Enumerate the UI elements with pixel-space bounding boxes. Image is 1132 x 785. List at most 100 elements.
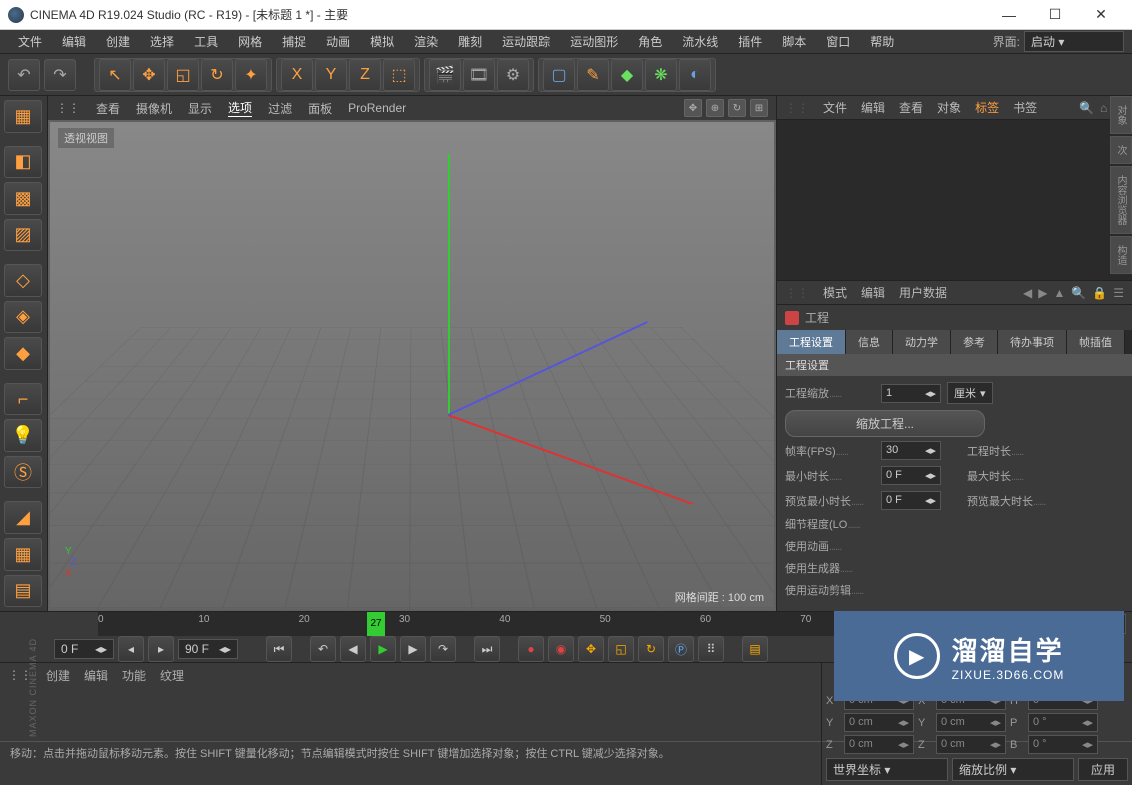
environment-button[interactable]: ◐ bbox=[679, 59, 711, 91]
side-tab-objects[interactable]: 对象 bbox=[1110, 96, 1132, 134]
playhead[interactable]: 27 bbox=[367, 612, 385, 636]
preset-icon[interactable]: ☰ bbox=[1113, 286, 1124, 300]
spline-pen-button[interactable]: ✎ bbox=[577, 59, 609, 91]
vp-rotate-icon[interactable]: ↻ bbox=[728, 99, 746, 117]
tab-project-settings[interactable]: 工程设置 bbox=[777, 330, 846, 354]
mat-menu-edit[interactable]: 编辑 bbox=[84, 667, 108, 684]
key-pos-button[interactable]: ✥ bbox=[578, 636, 604, 662]
scale-project-button[interactable]: 缩放工程... bbox=[785, 410, 985, 437]
mat-menu-create[interactable]: 创建 bbox=[46, 667, 70, 684]
pos-y-field[interactable]: 0 cm◂▸ bbox=[844, 713, 914, 732]
select-tool[interactable]: ↖ bbox=[99, 59, 131, 91]
om-menu-objects[interactable]: 对象 bbox=[937, 99, 961, 116]
project-scale-field[interactable]: 1◂▸ bbox=[881, 384, 941, 403]
side-tab-structure[interactable]: 构造 bbox=[1110, 236, 1132, 274]
om-menu-edit[interactable]: 编辑 bbox=[861, 99, 885, 116]
menu-select[interactable]: 选择 bbox=[140, 31, 184, 52]
menu-window[interactable]: 窗口 bbox=[816, 31, 860, 52]
om-menu-view[interactable]: 查看 bbox=[899, 99, 923, 116]
vp-menu-filter[interactable]: 过滤 bbox=[268, 100, 292, 117]
key-scale-button[interactable]: ◱ bbox=[608, 636, 634, 662]
apply-button[interactable]: 应用 bbox=[1078, 758, 1128, 781]
om-menu-tags[interactable]: 标签 bbox=[975, 99, 999, 116]
om-menu-bookmarks[interactable]: 书签 bbox=[1013, 99, 1037, 116]
tab-info[interactable]: 信息 bbox=[846, 330, 893, 354]
menu-simulate[interactable]: 模拟 bbox=[360, 31, 404, 52]
om-menu-file[interactable]: 文件 bbox=[823, 99, 847, 116]
scale-unit-select[interactable]: 厘米 bbox=[947, 382, 993, 404]
snap-toggle-button[interactable]: Ⓢ bbox=[4, 456, 42, 489]
tab-interpolation[interactable]: 帧插值 bbox=[1067, 330, 1125, 354]
minimize-button[interactable]: — bbox=[986, 0, 1032, 30]
edge-mode-button[interactable]: ◈ bbox=[4, 301, 42, 334]
object-tree[interactable] bbox=[777, 120, 1132, 280]
redo-button[interactable]: ↷ bbox=[44, 59, 76, 91]
key-pla-button[interactable]: ⠿ bbox=[698, 636, 724, 662]
generator-button[interactable]: ◆ bbox=[611, 59, 643, 91]
menu-script[interactable]: 脚本 bbox=[772, 31, 816, 52]
perspective-viewport[interactable]: 透视视图 Y Z X 网格间距 : 100 cm bbox=[50, 122, 774, 609]
timeline-button[interactable]: ▤ bbox=[742, 636, 768, 662]
panel-grip-icon[interactable]: ⋮⋮ bbox=[56, 101, 80, 115]
render-pv-button[interactable]: 🎞 bbox=[463, 59, 495, 91]
menu-tracker[interactable]: 运动跟踪 bbox=[492, 31, 560, 52]
range-end-field[interactable]: 90 F◂▸ bbox=[178, 639, 238, 659]
menu-snap[interactable]: 捕捉 bbox=[272, 31, 316, 52]
workplane-mode-button[interactable]: ◢ bbox=[4, 501, 42, 534]
mat-menu-texture[interactable]: 纹理 bbox=[160, 667, 184, 684]
range-left-button[interactable]: ◂ bbox=[118, 636, 144, 662]
render-settings-button[interactable]: ⚙ bbox=[497, 59, 529, 91]
search-icon[interactable]: 🔍 bbox=[1071, 286, 1086, 300]
point-mode-button[interactable]: ◇ bbox=[4, 264, 42, 297]
size-y-field[interactable]: 0 cm◂▸ bbox=[936, 713, 1006, 732]
tab-dynamics[interactable]: 动力学 bbox=[893, 330, 951, 354]
workplane-button[interactable]: ▨ bbox=[4, 219, 42, 252]
menu-tools[interactable]: 工具 bbox=[184, 31, 228, 52]
vp-layout-icon[interactable]: ⊞ bbox=[750, 99, 768, 117]
menu-pipeline[interactable]: 流水线 bbox=[672, 31, 728, 52]
min-time-field[interactable]: 0 F◂▸ bbox=[881, 466, 941, 485]
am-menu-mode[interactable]: 模式 bbox=[823, 284, 847, 301]
render-view-button[interactable]: 🎬 bbox=[429, 59, 461, 91]
panel-grip-icon[interactable]: ⋮⋮ bbox=[785, 101, 809, 115]
mat-menu-function[interactable]: 功能 bbox=[122, 667, 146, 684]
key-param-button[interactable]: Ⓟ bbox=[668, 636, 694, 662]
size-z-field[interactable]: 0 cm◂▸ bbox=[936, 735, 1006, 754]
rot-b-field[interactable]: 0 °◂▸ bbox=[1028, 735, 1098, 754]
menu-sculpt[interactable]: 雕刻 bbox=[448, 31, 492, 52]
lock-icon[interactable]: 🔒 bbox=[1092, 286, 1107, 300]
deformer-button[interactable]: ❋ bbox=[645, 59, 677, 91]
undo-button[interactable]: ↶ bbox=[8, 59, 40, 91]
layout-select[interactable]: 启动 ▾ bbox=[1024, 31, 1124, 52]
tab-todo[interactable]: 待办事项 bbox=[998, 330, 1067, 354]
nav-fwd-icon[interactable]: ▶ bbox=[1038, 286, 1047, 300]
prev-key-button[interactable]: ↶ bbox=[310, 636, 336, 662]
side-tab-layers[interactable]: 次 bbox=[1110, 136, 1132, 164]
make-editable-button[interactable]: ▦ bbox=[4, 100, 42, 133]
search-icon[interactable]: 🔍 bbox=[1079, 101, 1094, 115]
vp-zoom-icon[interactable]: ⊕ bbox=[706, 99, 724, 117]
maximize-button[interactable]: ☐ bbox=[1032, 0, 1078, 30]
menu-edit[interactable]: 编辑 bbox=[52, 31, 96, 52]
move-tool[interactable]: ✥ bbox=[133, 59, 165, 91]
am-menu-userdata[interactable]: 用户数据 bbox=[899, 284, 947, 301]
vp-menu-panel[interactable]: 面板 bbox=[308, 100, 332, 117]
panel-grip-icon[interactable]: ⋮⋮ bbox=[785, 286, 809, 300]
axis-z-button[interactable]: Z bbox=[349, 59, 381, 91]
axis-mode-button[interactable]: ⌐ bbox=[4, 383, 42, 416]
key-rot-button[interactable]: ↻ bbox=[638, 636, 664, 662]
home-icon[interactable]: ⌂ bbox=[1100, 101, 1107, 115]
rotate-tool[interactable]: ↻ bbox=[201, 59, 233, 91]
next-frame-button[interactable]: ▶ bbox=[400, 636, 426, 662]
record-button[interactable]: ● bbox=[518, 636, 544, 662]
axis-x-button[interactable]: X bbox=[281, 59, 313, 91]
scale-tool[interactable]: ◱ bbox=[167, 59, 199, 91]
nav-up-icon[interactable]: ▲ bbox=[1053, 286, 1065, 300]
menu-character[interactable]: 角色 bbox=[628, 31, 672, 52]
vp-menu-options[interactable]: 选项 bbox=[228, 99, 252, 117]
menu-mesh[interactable]: 网格 bbox=[228, 31, 272, 52]
planar-workplane-button[interactable]: ▤ bbox=[4, 575, 42, 608]
locked-workplane-button[interactable]: ▦ bbox=[4, 538, 42, 571]
coord-space-select[interactable]: 世界坐标 ▾ bbox=[826, 758, 948, 781]
cube-primitive-button[interactable]: ▢ bbox=[543, 59, 575, 91]
